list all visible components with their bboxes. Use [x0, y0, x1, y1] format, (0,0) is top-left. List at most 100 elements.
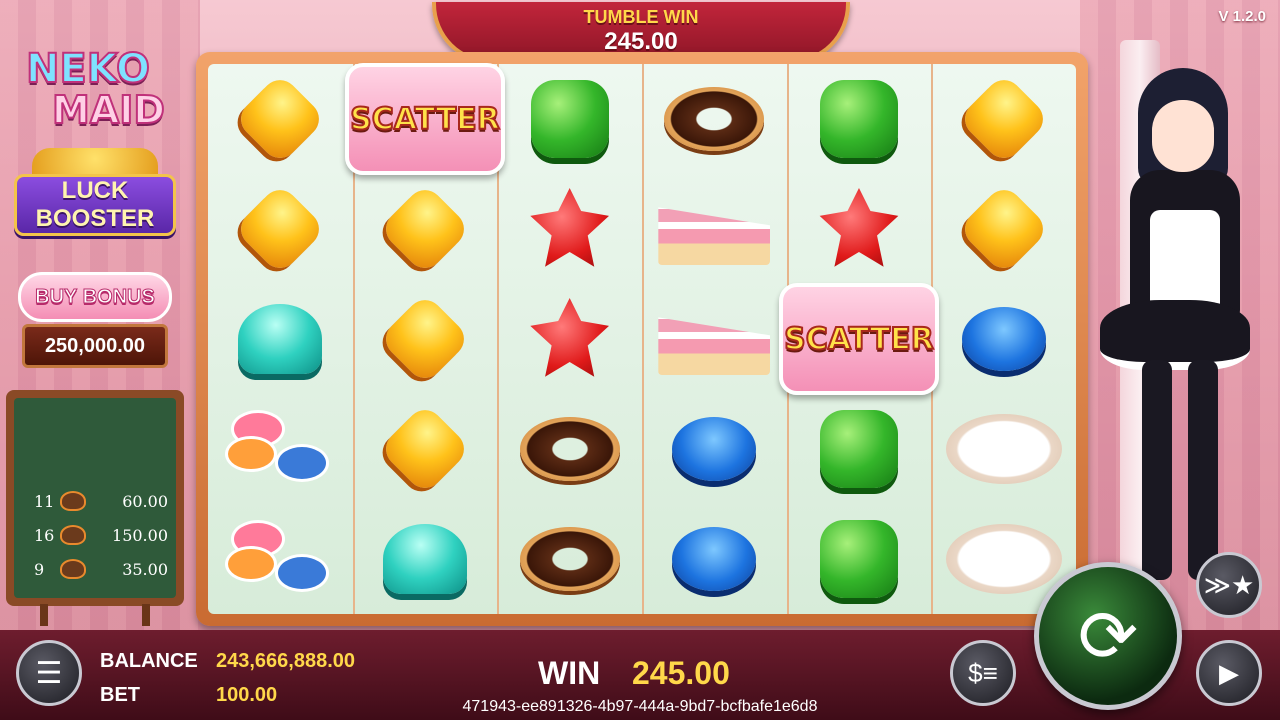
cat-donut-icon [60, 525, 86, 545]
reel-cell [208, 174, 353, 284]
teal-candy-symbol [382, 524, 467, 594]
paytable-row: 11 60.00 [24, 490, 174, 514]
paytable-row: 9 35.00 [24, 558, 174, 582]
scatter-label: SCATTER [783, 321, 935, 358]
paytable-count: 16 [34, 526, 55, 545]
green-candy-symbol [819, 520, 898, 598]
balance-label: BALANCE [100, 650, 198, 672]
fruit-plate-symbol [945, 414, 1062, 484]
reel-cell [931, 174, 1076, 284]
play-icon: ▶ [1219, 657, 1239, 688]
logo-line-2: MAID [51, 87, 166, 133]
yellow-gem-symbol [957, 72, 1051, 166]
luck-booster-plate: LUCK BOOSTER [14, 174, 176, 236]
paytable-row: 16 150.00 [24, 524, 174, 548]
menu-button[interactable]: ☰ [16, 640, 82, 706]
reel-cell [931, 284, 1076, 394]
reel-cell [642, 174, 787, 284]
paytable-count: 9 [34, 560, 45, 579]
win-value: 245.00 [632, 655, 730, 691]
cat-donut-symbol [664, 87, 765, 151]
reel-frame: SCATTER SCATTER [196, 52, 1088, 626]
yellow-gem-symbol [378, 402, 472, 496]
turbo-button[interactable]: ≫★ [1196, 552, 1262, 618]
reel-cell [642, 394, 787, 504]
turbo-icon: ≫★ [1203, 569, 1255, 600]
red-flower-symbol [530, 298, 610, 377]
reel-cell [787, 394, 932, 504]
cat-cake-symbol [658, 207, 771, 265]
teal-candy-symbol [238, 304, 323, 374]
maid-face [1152, 100, 1214, 172]
green-candy-symbol [819, 80, 898, 158]
cat-cake-symbol [658, 317, 771, 375]
luck-booster-line-1: LUCK [61, 177, 129, 204]
fruit-plate-symbol [945, 524, 1062, 594]
blue-candy-symbol [961, 307, 1046, 371]
green-candy-symbol [819, 410, 898, 488]
hamburger-icon: ☰ [35, 656, 63, 690]
buy-bonus-sign: BUY BONUS [18, 272, 172, 322]
paytable-amount: 150.00 [112, 526, 168, 545]
spin-button[interactable]: ⟳ [1034, 562, 1182, 710]
cat-donut-symbol [519, 527, 620, 591]
version-label: V 1.2.0 [1218, 8, 1266, 25]
coin-stack-icon: $≡ [968, 657, 998, 688]
reel-grid: SCATTER SCATTER [208, 63, 1076, 614]
green-candy-symbol [530, 80, 609, 158]
macaron-symbol [225, 520, 335, 598]
reel-cell [787, 504, 932, 614]
reel-cell [497, 394, 642, 504]
red-flower-symbol [530, 188, 610, 267]
buy-bonus-button[interactable]: BUY BONUS 250,000.00 [18, 262, 172, 376]
cat-donut-icon [60, 559, 86, 579]
scatter-symbol: SCATTER [344, 63, 505, 175]
blue-candy-symbol [672, 417, 757, 481]
bet-settings-button[interactable]: $≡ [950, 640, 1016, 706]
red-flower-symbol [819, 188, 899, 267]
macaron-symbol [225, 410, 335, 488]
paytable-amount: 35.00 [122, 560, 168, 579]
reel-cell [642, 284, 787, 394]
scatter-label: SCATTER [349, 101, 501, 138]
cat-donut-symbol [519, 417, 620, 481]
reel-cell [353, 174, 498, 284]
paytable-chalkboard: 11 60.00 16 150.00 9 35.00 [6, 390, 184, 606]
win-label: WIN [538, 655, 601, 691]
yellow-gem-symbol [378, 182, 472, 276]
reel-cell [787, 174, 932, 284]
reel-cell [497, 284, 642, 394]
reel-cell [642, 504, 787, 614]
blue-candy-symbol [672, 527, 757, 591]
buy-bonus-label: BUY BONUS [35, 286, 156, 309]
reel-cell [353, 284, 498, 394]
reel-cell: SCATTER [344, 63, 505, 175]
buy-bonus-price: 250,000.00 [22, 324, 168, 368]
reel-cell [353, 504, 498, 614]
reel-cell [931, 394, 1076, 504]
maid-leg [1188, 360, 1218, 580]
luck-booster-line-2: BOOSTER [35, 205, 155, 232]
reel-cell [208, 504, 353, 614]
tumble-win-label: TUMBLE WIN [583, 7, 699, 27]
reel-cell [787, 64, 932, 174]
chalkboard-surface: 11 60.00 16 150.00 9 35.00 [14, 398, 176, 598]
reel-cell [497, 64, 642, 174]
reel-cell [353, 394, 498, 504]
yellow-gem-symbol [233, 72, 327, 166]
scatter-symbol: SCATTER [778, 283, 939, 395]
maid-character [1090, 60, 1280, 600]
yellow-gem-symbol [233, 182, 327, 276]
refresh-icon: ⟳ [1077, 597, 1139, 677]
luck-booster-button[interactable]: LUCK BOOSTER [6, 148, 184, 240]
autoplay-button[interactable]: ▶ [1196, 640, 1262, 706]
reel-cell [497, 174, 642, 284]
reel-cell [642, 64, 787, 174]
reel-cell [208, 64, 353, 174]
reel-cell [208, 394, 353, 504]
logo-line-1: NEKO [25, 45, 151, 93]
paytable-amount: 60.00 [122, 492, 168, 511]
cat-donut-icon [60, 491, 86, 511]
yellow-gem-symbol [957, 182, 1051, 276]
reel-cell [931, 64, 1076, 174]
